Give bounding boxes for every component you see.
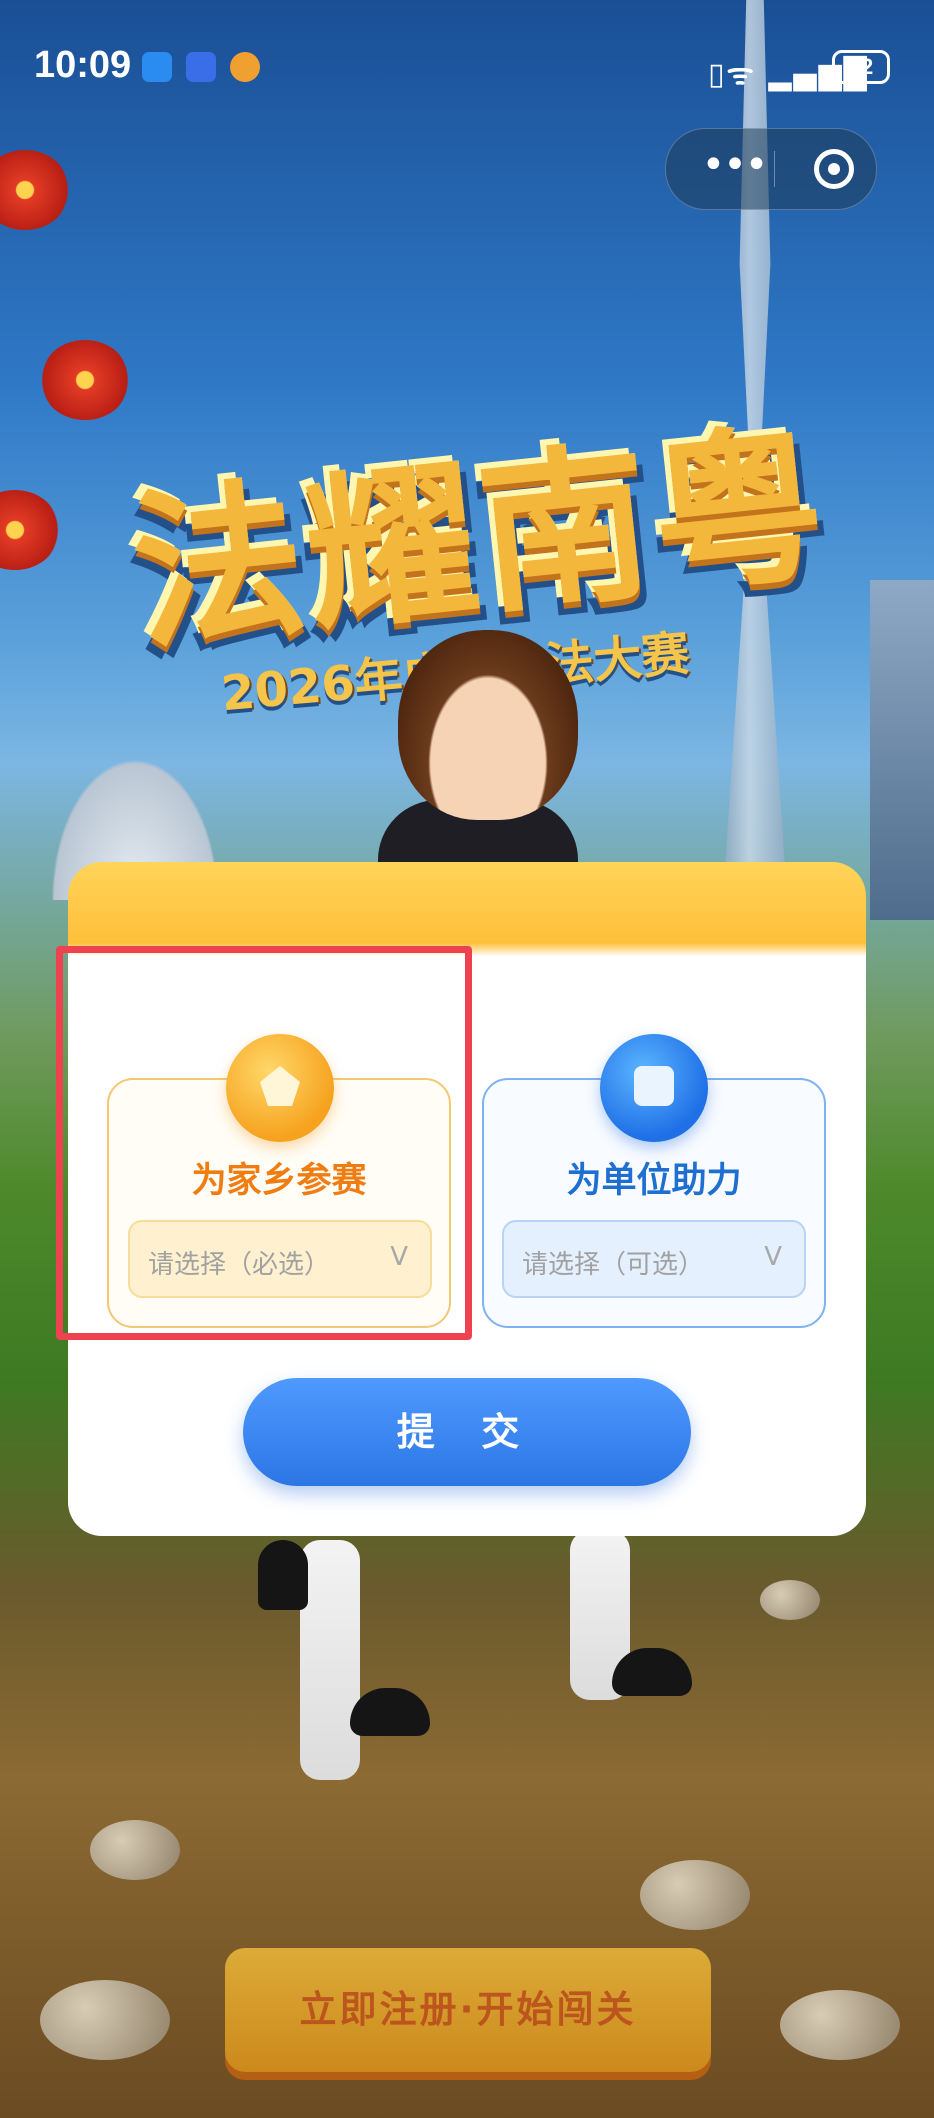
register-start-button[interactable]: 立即注册·开始闯关 [225, 1948, 711, 2072]
shoe-illustration [258, 1540, 308, 1610]
app-badge-icon [186, 52, 216, 82]
chat-bubble-icon [142, 52, 172, 82]
close-target-icon[interactable] [814, 149, 854, 189]
chevron-down-icon: V [764, 1242, 782, 1272]
battery-level: 72 [848, 54, 874, 79]
unit-option-title: 为单位助力 [566, 1161, 742, 1201]
stone-illustration [640, 1860, 750, 1930]
stone-illustration [40, 1980, 170, 2060]
boy-head-illustration [398, 630, 578, 820]
battery-icon: 72 [832, 50, 890, 84]
submit-button[interactable]: 提 交 [243, 1378, 691, 1486]
leg-illustration [300, 1540, 360, 1780]
hometown-select[interactable]: 请选择（必选） V [128, 1220, 432, 1298]
sun-app-icon [230, 52, 260, 82]
more-icon[interactable]: ••• [696, 145, 772, 191]
unit-select-placeholder: 请选择（可选） [522, 1250, 705, 1280]
location-map-icon [226, 1034, 334, 1142]
capsule-divider [774, 151, 775, 187]
hometown-select-placeholder: 请选择（必选） [148, 1250, 331, 1280]
status-time: 10:09 [34, 44, 132, 86]
building-icon [600, 1034, 708, 1142]
stone-illustration [90, 1820, 180, 1880]
chevron-down-icon: V [390, 1242, 408, 1272]
skyscraper-illustration [870, 580, 934, 920]
building-glyph [634, 1066, 674, 1106]
stone-illustration [780, 1990, 900, 2060]
stone-illustration [760, 1580, 820, 1620]
map-pin-glyph [260, 1066, 300, 1106]
unit-select[interactable]: 请选择（可选） V [502, 1220, 806, 1298]
kapok-flower-icon [40, 340, 130, 420]
status-bar: 10:09 ▯ᯤ ▂▄▆█ 72 [0, 0, 934, 140]
hometown-option-title: 为家乡参赛 [191, 1161, 367, 1201]
mini-program-capsule: ••• [665, 128, 877, 210]
